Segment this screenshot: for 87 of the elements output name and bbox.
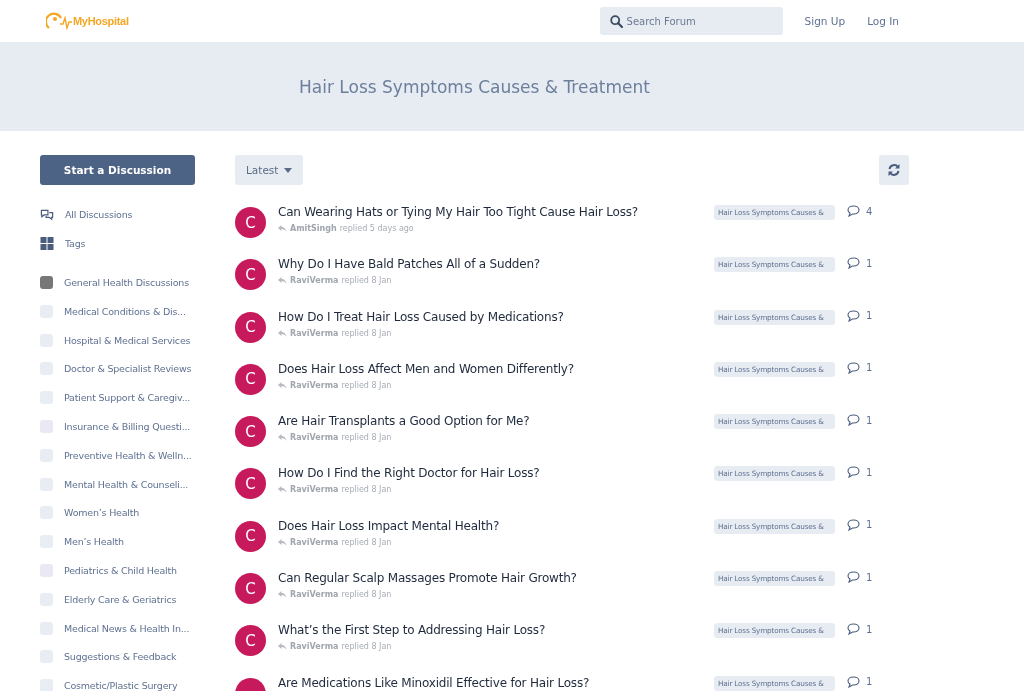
discussion-title[interactable]: Why Do I Have Bald Patches All of a Sudden?	[278, 257, 714, 272]
search-field[interactable]: Search Forum	[599, 7, 783, 35]
reply-count: 1	[866, 362, 873, 374]
category-link[interactable]: Patient Support & Caregiv...	[40, 388, 191, 408]
nav-link[interactable]: All Discussions	[40, 205, 133, 224]
reply-time: replied 8 Jan	[341, 642, 392, 652]
log-in-link[interactable]: Log In	[867, 15, 899, 27]
reply-count: 1	[866, 571, 873, 583]
category-link[interactable]: Women’s Health	[40, 503, 140, 523]
discussion-title[interactable]: Does Hair Loss Affect Men and Women Differently?	[278, 361, 714, 376]
reply-time: replied 8 Jan	[341, 380, 392, 390]
reply-count: 1	[866, 623, 873, 635]
reply-count: 1	[866, 257, 873, 269]
discussion-title[interactable]: What’s the First Step to Addressing Hair Loss?	[278, 623, 714, 638]
reply-icon	[278, 591, 287, 599]
comment-icon	[847, 257, 860, 270]
reply-time: replied 8 Jan	[341, 276, 392, 286]
category-link[interactable]: Hospital & Medical Services	[40, 330, 191, 350]
discussion-title[interactable]: Are Hair Transplants a Good Option for Me?	[278, 414, 714, 429]
category-link[interactable]: Medical News & Health In...	[40, 618, 190, 638]
reply-icon	[278, 225, 287, 232]
nav-link[interactable]: Tags	[40, 234, 86, 253]
comment-icon	[847, 361, 860, 374]
user-avatar[interactable]: C	[235, 468, 266, 500]
user-avatar[interactable]: C	[235, 520, 266, 552]
discussion-title[interactable]: Can Wearing Hats or Tying My Hair Too Tight Cause Hair Loss?	[278, 205, 714, 219]
comment-icon	[847, 414, 860, 427]
user-avatar[interactable]: C	[235, 207, 266, 238]
category-link[interactable]: Medical Conditions & Dis...	[40, 301, 186, 321]
chat-bubbles-icon	[40, 208, 54, 221]
category-link[interactable]: Pediatrics & Child Health	[40, 560, 177, 580]
category-link[interactable]: General Health Discussions	[40, 273, 189, 292]
reply-time: replied 8 Jan	[341, 328, 392, 338]
comment-icon	[847, 675, 860, 688]
comment-icon	[847, 466, 860, 479]
reply-time: replied 5 days ago	[339, 224, 414, 233]
page-title: Hair Loss Symptoms Causes & Treatment	[299, 76, 650, 97]
reply-count: 1	[866, 519, 873, 531]
reply-time: replied 8 Jan	[341, 485, 392, 495]
refresh-button[interactable]	[879, 155, 909, 185]
reply-count: 1	[866, 310, 873, 322]
user-avatar[interactable]: C	[235, 573, 266, 605]
sign-up-link[interactable]: Sign Up	[804, 15, 846, 27]
logo-icon	[46, 12, 72, 30]
category-link[interactable]: Suggestions & Feedback	[40, 647, 177, 667]
caret-icon	[284, 167, 293, 173]
reply-count: 4	[866, 205, 873, 217]
discussion-title[interactable]: Does Hair Loss Impact Mental Health?	[278, 518, 714, 533]
reply-time: replied 8 Jan	[341, 537, 392, 547]
reply-count: 1	[866, 676, 873, 688]
comment-icon	[847, 571, 860, 584]
reply-icon	[278, 277, 287, 285]
reply-time: replied 8 Jan	[341, 590, 392, 600]
discussion-title[interactable]: How Do I Find the Right Doctor for Hair Loss?	[278, 466, 714, 481]
reply-icon	[278, 434, 287, 442]
user-avatar[interactable]: C	[235, 416, 266, 448]
reply-icon	[278, 643, 287, 651]
user-avatar[interactable]: C	[235, 625, 266, 657]
reply-icon	[278, 486, 287, 494]
category-link[interactable]: Insurance & Billing Questi...	[40, 417, 191, 436]
comment-icon	[847, 309, 860, 322]
category-link[interactable]: Mental Health & Counseli...	[40, 474, 189, 494]
reply-time: replied 8 Jan	[341, 433, 392, 443]
grid-icon	[40, 237, 54, 250]
reply-icon	[278, 538, 287, 546]
sort-dropdown[interactable]: Latest	[235, 155, 304, 185]
category-link[interactable]: Preventive Health & Welln...	[40, 445, 192, 465]
reply-count: 1	[866, 414, 873, 426]
category-link[interactable]: Elderly Care & Geriatrics	[40, 589, 177, 609]
comment-icon	[847, 518, 860, 531]
category-link[interactable]: Men’s Health	[40, 532, 124, 552]
discussion-title[interactable]: How Do I Treat Hair Loss Caused by Medications?	[278, 309, 714, 324]
category-link[interactable]: Cosmetic/Plastic Surgery	[40, 676, 178, 691]
reply-icon	[278, 329, 287, 337]
search-icon	[609, 15, 623, 28]
user-avatar[interactable]: C	[235, 259, 266, 291]
user-avatar[interactable]: C	[235, 363, 266, 395]
discussion-title[interactable]: Are Medications Like Minoxidil Effective for Hair Loss?	[278, 675, 714, 690]
comment-icon	[847, 623, 860, 636]
reply-icon	[278, 381, 287, 389]
comment-icon	[847, 205, 860, 217]
refresh-icon	[887, 163, 901, 177]
reply-count: 1	[866, 467, 873, 478]
start-discussion-button[interactable]: Start a Discussion	[40, 155, 195, 185]
category-link[interactable]: Doctor & Specialist Reviews	[40, 359, 192, 379]
user-avatar[interactable]: C	[235, 311, 266, 343]
discussion-title[interactable]: Can Regular Scalp Massages Promote Hair Growth?	[278, 571, 714, 586]
